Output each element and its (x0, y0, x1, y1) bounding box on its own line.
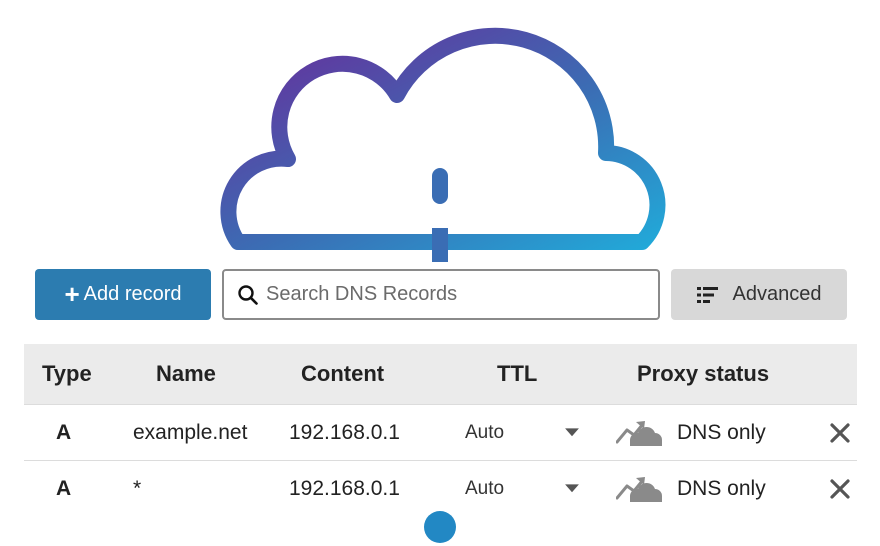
header-content: Content (301, 361, 385, 386)
table-header: Type Name Content TTL Proxy status (24, 344, 857, 404)
add-record-label: Add record (83, 283, 182, 305)
dns-records-table: Type Name Content TTL Proxy status A exa… (24, 344, 857, 516)
table-row[interactable]: A example.net 192.168.0.1 Auto DNS only (24, 404, 857, 460)
plus-icon: + (64, 278, 80, 309)
add-record-button[interactable]: + Add record (35, 269, 211, 320)
dns-only-cloud-icon (616, 420, 662, 446)
proxy-status-text: DNS only (677, 420, 766, 444)
proxy-status-text: DNS only (677, 476, 766, 500)
slider-thumb[interactable] (424, 511, 456, 543)
record-name: * (133, 476, 142, 500)
record-ttl-select[interactable]: Auto (465, 422, 504, 444)
advanced-button[interactable]: Advanced (671, 269, 847, 320)
search-icon (238, 284, 258, 305)
header-ttl: TTL (497, 361, 538, 386)
record-content: 192.168.0.1 (289, 420, 400, 444)
record-ttl-select[interactable]: Auto (465, 478, 504, 500)
list-filter-icon (696, 286, 718, 303)
search-box[interactable] (222, 269, 660, 320)
header-name: Name (156, 361, 216, 386)
dns-toolbar: + Add record Advanced (0, 269, 880, 321)
record-type: A (56, 476, 72, 500)
cloud-outline-icon (220, 27, 666, 262)
record-type: A (56, 420, 72, 444)
header-type: Type (42, 361, 92, 386)
search-input[interactable] (266, 283, 636, 306)
advanced-label: Advanced (732, 283, 822, 305)
close-icon[interactable] (830, 422, 850, 443)
slider[interactable] (184, 511, 696, 545)
caret-down-icon[interactable] (565, 427, 579, 436)
record-content: 192.168.0.1 (289, 476, 400, 500)
dns-only-cloud-icon (616, 476, 662, 502)
table-row[interactable]: A * 192.168.0.1 Auto DNS only (24, 460, 857, 516)
header-proxy-status: Proxy status (637, 361, 770, 386)
caret-down-icon[interactable] (565, 483, 579, 492)
close-icon[interactable] (830, 478, 850, 499)
record-name: example.net (133, 420, 248, 444)
